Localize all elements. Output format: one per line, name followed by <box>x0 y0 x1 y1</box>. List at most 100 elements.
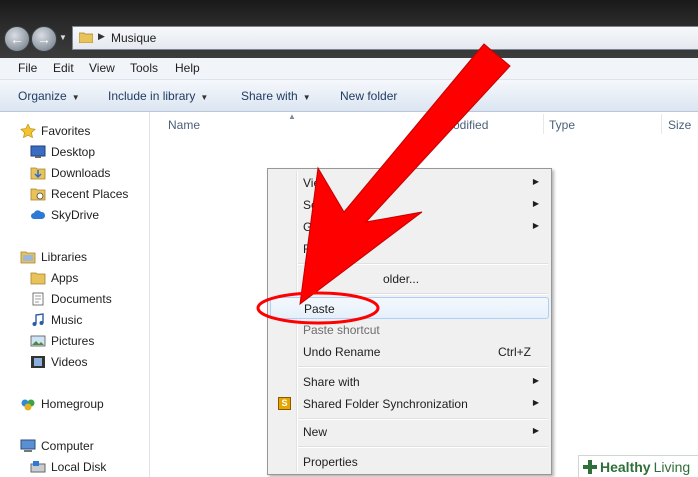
context-item-shared-folder-sync[interactable]: S Shared Folder Synchronization ▶ <box>270 393 549 415</box>
film-strip-icon <box>31 356 45 368</box>
chevron-down-icon: ▼ <box>71 93 80 102</box>
context-item-properties[interactable]: Properties <box>270 451 549 473</box>
window-titlebar: ← → ▼ ▶ Musique <box>0 0 698 58</box>
nav-desktop-label: Desktop <box>51 145 96 159</box>
context-item-paste-shortcut[interactable]: Paste shortcut <box>270 319 549 341</box>
back-button[interactable]: ← <box>4 26 30 52</box>
nav-apps-label: Apps <box>51 271 79 285</box>
address-bar[interactable]: ▶ Musique <box>72 26 698 50</box>
nav-skydrive[interactable]: SkyDrive <box>30 206 99 224</box>
menu-tools[interactable]: Tools <box>130 61 158 75</box>
nav-videos-label: Videos <box>51 355 88 369</box>
menu-file[interactable]: File <box>18 61 37 75</box>
context-item-label: Properties <box>303 455 358 469</box>
share-with-button[interactable]: Share with ▼ <box>241 89 311 103</box>
nav-homegroup[interactable]: Homegroup <box>20 395 104 413</box>
pictures-icon <box>30 335 46 347</box>
menu-edit[interactable]: Edit <box>53 61 74 75</box>
keyboard-shortcut: Ctrl+Z <box>498 345 531 359</box>
organize-button[interactable]: Organize ▼ <box>18 89 80 103</box>
nav-favorites[interactable]: Favorites <box>20 122 90 140</box>
submenu-arrow-icon: ▶ <box>532 199 539 208</box>
star-icon <box>20 124 36 138</box>
menu-bar: File Edit View Tools Help <box>0 58 698 80</box>
nav-documents[interactable]: Documents <box>30 290 112 308</box>
homegroup-icon <box>21 399 35 411</box>
column-divider[interactable] <box>543 114 544 134</box>
context-item-label: Gro <box>303 220 324 234</box>
column-divider[interactable] <box>431 114 432 134</box>
include-in-library-button[interactable]: Include in library ▼ <box>108 89 208 103</box>
forward-button[interactable]: → <box>31 26 57 52</box>
chevron-down-icon: ▼ <box>200 93 209 102</box>
nav-local-disk[interactable]: Local Disk <box>30 458 106 476</box>
menu-help[interactable]: Help <box>175 61 200 75</box>
context-item-label: Paste <box>304 302 335 316</box>
computer-icon <box>20 439 36 452</box>
context-item-customize-folder[interactable]: Cus older... <box>270 268 549 290</box>
context-item-paste[interactable]: Paste <box>270 297 549 319</box>
new-folder-button[interactable]: New folder <box>340 89 397 103</box>
nav-computer[interactable]: Computer <box>20 437 94 455</box>
nav-recent-places[interactable]: Recent Places <box>30 185 128 203</box>
column-header-size[interactable]: Size <box>668 118 691 132</box>
context-item-new[interactable]: New ▶ <box>270 421 549 443</box>
context-item-label-tail: older... <box>383 272 420 286</box>
nav-pictures-label: Pictures <box>51 334 95 348</box>
context-item-label: Vie <box>303 176 321 190</box>
nav-local-disk-label: Local Disk <box>51 460 107 474</box>
downloads-folder-icon <box>30 167 46 180</box>
local-disk-icon <box>30 461 46 473</box>
context-item-label: Shared Folder Synchronization <box>303 397 468 411</box>
context-item-group-by[interactable]: Gro ▶ <box>270 216 549 238</box>
nav-downloads[interactable]: Downloads <box>30 164 110 182</box>
nav-music-label: Music <box>51 313 83 327</box>
watermark-text-healthy: Healthy <box>600 458 651 475</box>
nav-downloads-label: Downloads <box>51 166 111 180</box>
menu-view[interactable]: View <box>89 61 115 75</box>
column-divider[interactable] <box>661 114 662 134</box>
health-cross-icon <box>583 459 597 474</box>
menu-separator <box>298 263 548 264</box>
column-header-name[interactable]: Name <box>168 118 200 132</box>
context-item-label: Share with <box>303 375 360 389</box>
nav-favorites-label: Favorites <box>41 124 91 138</box>
documents-icon <box>32 292 44 306</box>
desktop-icon <box>30 145 46 158</box>
include-in-library-label: Include in library <box>108 89 196 103</box>
recent-pages-dropdown[interactable]: ▼ <box>59 33 67 42</box>
nav-apps[interactable]: Apps <box>30 269 78 287</box>
column-header-date-modified[interactable]: odified <box>453 118 488 132</box>
column-header-type[interactable]: Type <box>549 118 575 132</box>
recent-places-icon <box>30 188 46 201</box>
submenu-arrow-icon: ▶ <box>532 426 539 435</box>
music-note-icon <box>32 313 44 326</box>
menu-separator <box>298 293 548 294</box>
command-bar: Organize ▼ Include in library ▼ Share with… <box>0 80 698 112</box>
context-item-refresh[interactable]: Ref <box>270 238 549 260</box>
nav-homegroup-label: Homegroup <box>41 397 104 411</box>
libraries-icon <box>20 251 36 264</box>
folder-icon <box>79 32 93 43</box>
watermark-logo: Healthy Living <box>578 455 698 477</box>
context-item-undo-rename[interactable]: Undo Rename Ctrl+Z <box>270 341 549 363</box>
context-item-share-with[interactable]: Share with ▶ <box>270 371 549 393</box>
nav-videos[interactable]: Videos <box>30 353 87 371</box>
folder-icon <box>30 272 46 285</box>
nav-recent-places-label: Recent Places <box>51 187 129 201</box>
navigation-pane: Favorites Desktop Downloads Recent Place… <box>0 112 150 477</box>
context-item-view[interactable]: Vie ▶ <box>270 172 549 194</box>
nav-libraries[interactable]: Libraries <box>20 248 87 266</box>
nav-desktop[interactable]: Desktop <box>30 143 95 161</box>
nav-music[interactable]: Music <box>30 311 82 329</box>
breadcrumb-path[interactable]: Musique <box>111 31 156 45</box>
nav-computer-label: Computer <box>41 439 94 453</box>
breadcrumb-separator-icon[interactable]: ▶ <box>98 31 105 42</box>
context-item-sort-by[interactable]: Sor ▶ <box>270 194 549 216</box>
cloud-icon <box>31 210 46 219</box>
context-menu: Vie ▶ Sor ▶ Gro ▶ Ref Cus older... Paste… <box>267 168 552 475</box>
context-item-label: Undo Rename <box>303 345 381 359</box>
nav-pictures[interactable]: Pictures <box>30 332 94 350</box>
sort-ascending-icon: ▲ <box>288 112 296 121</box>
chevron-down-icon: ▼ <box>59 33 67 42</box>
